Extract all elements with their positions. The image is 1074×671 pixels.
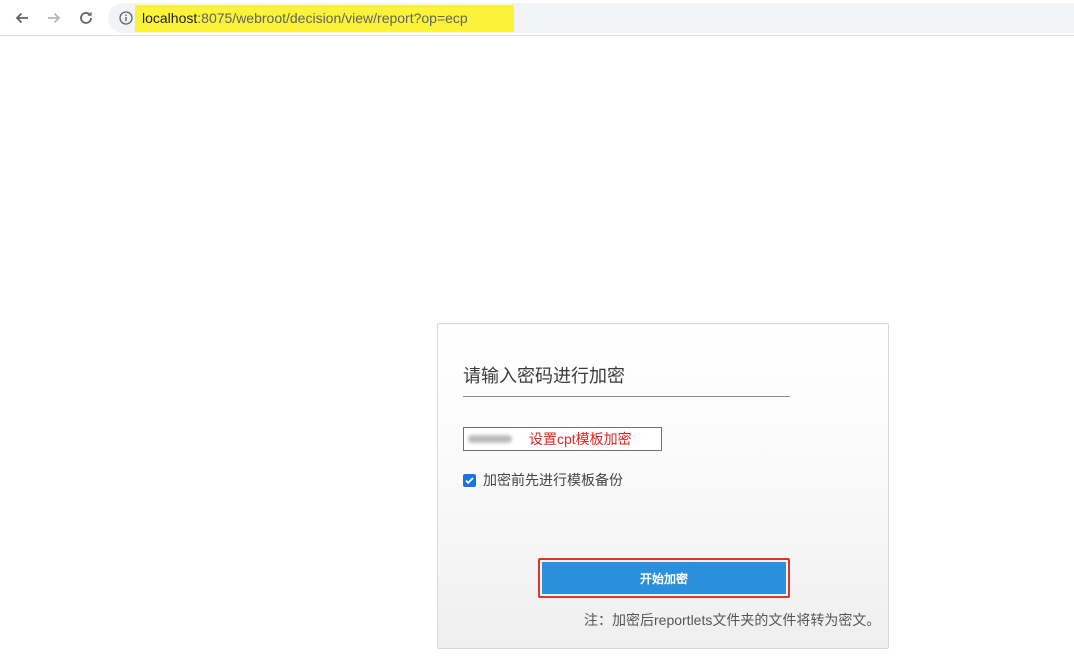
arrow-right-icon[interactable]	[43, 7, 65, 29]
info-icon[interactable]	[118, 10, 134, 26]
password-input[interactable]: 设置cpt模板加密	[463, 427, 662, 451]
url-host: localhost	[142, 10, 198, 26]
encryption-footnote: 注：加密后reportlets文件夹的文件将转为密文。	[584, 612, 881, 628]
encrypt-panel: 请输入密码进行加密 设置cpt模板加密 加密前先进行模板备份 开始加密 注：加密…	[437, 323, 889, 649]
backup-option: 加密前先进行模板备份	[463, 472, 623, 489]
reload-icon[interactable]	[75, 7, 97, 29]
password-annotation: 设置cpt模板加密	[529, 431, 632, 447]
url-text[interactable]: localhost:8075/webroot/decision/view/rep…	[142, 10, 468, 27]
title-divider	[463, 396, 790, 397]
panel-title: 请输入密码进行加密	[463, 366, 625, 386]
backup-checkbox[interactable]	[463, 474, 476, 487]
browser-toolbar: localhost:8075/webroot/decision/view/rep…	[0, 0, 1074, 36]
url-path: :8075/webroot/decision/view/report?op=ec…	[197, 10, 468, 26]
backup-label[interactable]: 加密前先进行模板备份	[483, 472, 623, 489]
start-encrypt-button[interactable]: 开始加密	[542, 562, 786, 594]
arrow-left-icon[interactable]	[11, 7, 33, 29]
blurred-password-value	[468, 435, 512, 443]
address-bar[interactable]: localhost:8075/webroot/decision/view/rep…	[108, 3, 1074, 33]
checkmark-icon	[465, 477, 474, 485]
